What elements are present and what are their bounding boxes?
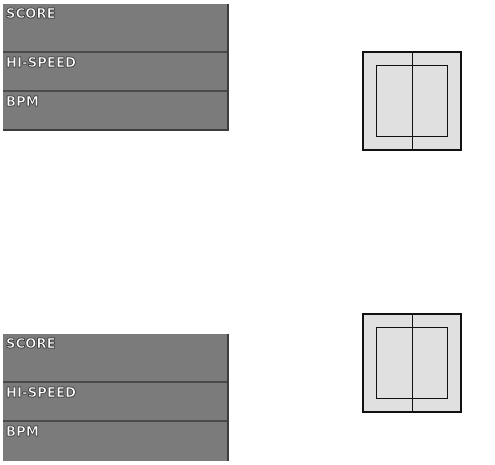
stat-panel-top: SCORE HI-SPEED BPM bbox=[3, 4, 229, 131]
score-label: SCORE bbox=[6, 7, 56, 22]
hispeed-row: HI-SPEED bbox=[3, 383, 227, 422]
lane-box-icon bbox=[362, 51, 462, 151]
lane-box-icon bbox=[362, 313, 462, 413]
bpm-label: BPM bbox=[6, 425, 39, 440]
stat-panel-bottom: SCORE HI-SPEED BPM bbox=[3, 334, 229, 461]
score-label: SCORE bbox=[6, 337, 56, 352]
score-row: SCORE bbox=[3, 4, 227, 53]
hispeed-label: HI-SPEED bbox=[6, 386, 77, 401]
lane-center-divider bbox=[412, 315, 413, 411]
hispeed-label: HI-SPEED bbox=[6, 56, 77, 71]
bpm-label: BPM bbox=[6, 95, 39, 110]
hispeed-row: HI-SPEED bbox=[3, 53, 227, 92]
bpm-row: BPM bbox=[3, 422, 227, 461]
score-row: SCORE bbox=[3, 334, 227, 383]
bpm-row: BPM bbox=[3, 92, 227, 131]
lane-center-divider bbox=[412, 53, 413, 149]
